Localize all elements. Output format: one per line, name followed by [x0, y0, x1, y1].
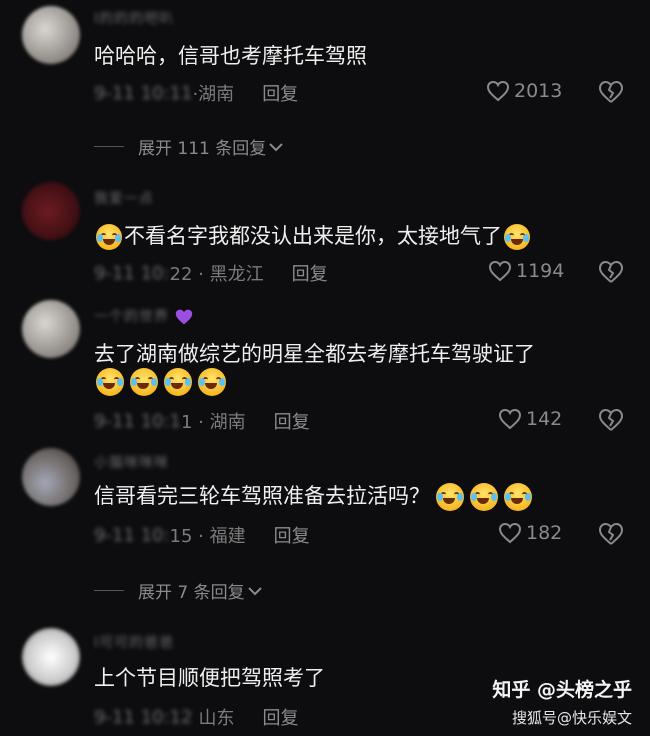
- avatar[interactable]: [22, 6, 80, 64]
- comment-meta: 9-11 10:12 山东 回复: [94, 704, 298, 730]
- comment-meta: 9-11 10: 15 · 福建 回复: [94, 522, 310, 548]
- avatar[interactable]: [22, 300, 80, 358]
- like-button[interactable]: 2013: [486, 80, 562, 102]
- reply-button[interactable]: 回复: [274, 408, 310, 434]
- reply-button[interactable]: 回复: [274, 522, 310, 548]
- comment-username-text[interactable]: 一个的世界: [94, 306, 169, 326]
- divider: [94, 590, 124, 591]
- like-count: 1194: [516, 260, 565, 282]
- comment-text: 去了湖南做综艺的明星全都去考摩托车驾驶证了: [94, 342, 535, 366]
- heart-outline-icon: [488, 260, 512, 282]
- divider: [94, 146, 124, 147]
- laughing-emoji-icon: [164, 368, 192, 396]
- comment-text: 不看名字我都没认出来是你，太接地气了: [94, 220, 532, 250]
- comment-text-body: 不看名字我都没认出来是你，太接地气了: [124, 224, 502, 248]
- like-count: 182: [526, 522, 563, 544]
- like-button[interactable]: 1194: [488, 260, 564, 282]
- laughing-emoji-icon: [198, 368, 226, 396]
- comment-text: 哈哈哈，信哥也考摩托车驾照: [94, 44, 367, 68]
- comment-username: 一个的世界: [94, 306, 194, 326]
- reply-button[interactable]: 回复: [262, 80, 298, 106]
- laughing-emoji-icon: [504, 224, 530, 250]
- expand-label: 展开 7 条回复: [138, 583, 245, 603]
- watermark: 知乎 @头榜之乎: [492, 679, 632, 701]
- watermark-sub: 搜狐号@快乐娱文: [511, 709, 632, 727]
- chevron-down-icon: [269, 142, 283, 151]
- comment-region: ·湖南: [192, 84, 235, 105]
- expand-replies[interactable]: 展开 7 条回复: [94, 578, 265, 603]
- comment-date: 9-11 10:11: [94, 82, 193, 104]
- reply-button[interactable]: 回复: [292, 260, 328, 286]
- broken-heart-icon[interactable]: [598, 408, 624, 432]
- expand-replies[interactable]: 展开 111 条回复: [94, 134, 286, 159]
- broken-heart-icon[interactable]: [598, 522, 624, 546]
- like-button[interactable]: 142: [498, 408, 562, 430]
- like-count: 2013: [514, 80, 563, 102]
- comment-region: 山东: [198, 708, 235, 729]
- comment-meta: 9-11 10:11 ·湖南 回复: [94, 80, 298, 106]
- comment-date: 9-11 10:: [94, 524, 170, 546]
- heart-outline-icon: [498, 408, 522, 430]
- laughing-emoji-icon: [470, 483, 498, 511]
- broken-heart-icon[interactable]: [598, 80, 624, 104]
- comment-region: 22 · 黑龙江: [169, 264, 264, 285]
- comment-text: 信哥看完三轮车驾照准备去拉活吗？: [94, 480, 534, 511]
- comment-date: 9-11 10:12: [94, 706, 193, 728]
- comment-region: 15 · 福建: [169, 526, 246, 547]
- comment-region: 1 · 湖南: [181, 412, 246, 433]
- laughing-emoji-icon: [96, 224, 122, 250]
- laughing-emoji-icon: [436, 483, 464, 511]
- avatar[interactable]: [22, 628, 80, 686]
- avatar[interactable]: [22, 182, 80, 240]
- comment-date: 9-11 10:: [94, 262, 170, 284]
- reply-button[interactable]: 回复: [262, 704, 298, 730]
- laughing-emoji-icon: [504, 483, 532, 511]
- laughing-emoji-icon: [130, 368, 158, 396]
- purple-heart-icon: [176, 309, 193, 325]
- laughing-emoji-icon: [96, 368, 124, 396]
- heart-outline-icon: [486, 80, 510, 102]
- comment-username[interactable]: Ⅰ的的的吧叭: [94, 8, 174, 28]
- comment-date: 9-11 10:1: [94, 410, 181, 432]
- comment-meta: 9-11 10: 22 · 黑龙江 回复: [94, 260, 328, 286]
- expand-label: 展开 111 条回复: [138, 139, 267, 159]
- like-button[interactable]: 182: [498, 522, 562, 544]
- comment-text: 上个节目顺便把驾照考了: [94, 666, 325, 690]
- heart-outline-icon: [498, 522, 522, 544]
- like-count: 142: [526, 408, 563, 430]
- comment-username[interactable]: Ⅰ可可的爸爸: [94, 632, 174, 652]
- comment-username[interactable]: 小猫咪咪咪: [94, 452, 169, 472]
- comment-text-body: 信哥看完三轮车驾照准备去拉活吗？: [94, 484, 430, 508]
- comment-meta: 9-11 10:1 1 · 湖南 回复: [94, 408, 310, 434]
- comment-emoji-row: [94, 368, 228, 396]
- chevron-down-icon: [247, 586, 262, 595]
- broken-heart-icon[interactable]: [598, 260, 624, 284]
- comment-username[interactable]: 我爱一点: [94, 188, 154, 208]
- avatar[interactable]: [22, 448, 80, 506]
